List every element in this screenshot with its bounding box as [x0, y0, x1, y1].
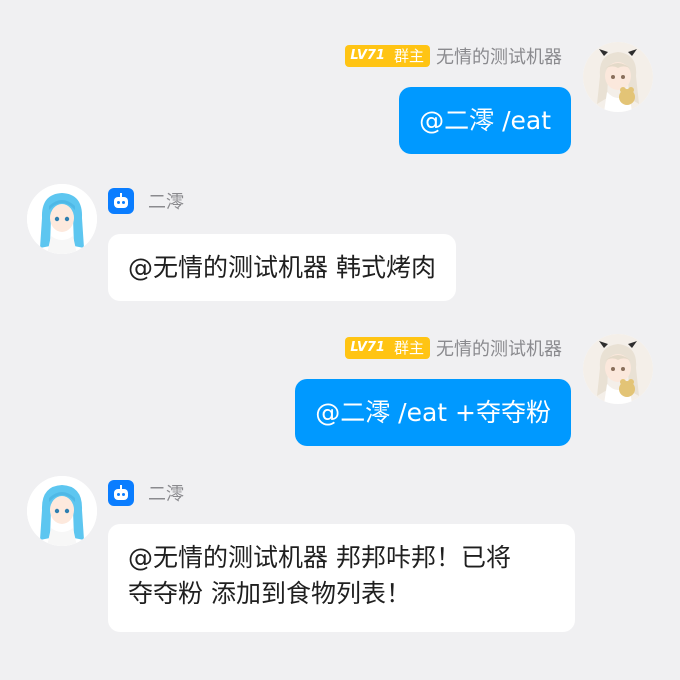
sender-name[interactable]: 二澪 — [148, 188, 184, 214]
message-line: 夺夺粉 添加到食物列表！ — [128, 579, 411, 608]
user-avatar[interactable] — [583, 334, 653, 404]
sender-row: 二澪 — [108, 188, 184, 214]
role-badge: 群主 — [389, 45, 430, 67]
message-bubble[interactable]: @二澪 /eat — [399, 87, 571, 154]
level-badge: LV71 — [345, 337, 390, 359]
sender-name[interactable]: 无情的测试机器 — [436, 335, 562, 361]
message-bubble[interactable]: @二澪 /eat +夺夺粉 — [295, 379, 571, 446]
sender-row: LV71 群主 无情的测试机器 — [345, 43, 562, 69]
sender-row: LV71 群主 无情的测试机器 — [345, 335, 562, 361]
user-avatar[interactable] — [583, 42, 653, 112]
bot-avatar[interactable] — [27, 476, 97, 546]
blue-hair-girl-avatar-icon — [27, 476, 97, 546]
girl-with-plush-avatar-icon — [583, 334, 653, 404]
sender-name[interactable]: 二澪 — [148, 480, 184, 506]
message-bubble[interactable]: @无情的测试机器 韩式烤肉 — [108, 234, 456, 301]
girl-with-plush-avatar-icon — [583, 42, 653, 112]
role-badge: 群主 — [389, 337, 430, 359]
bot-avatar[interactable] — [27, 184, 97, 254]
blue-hair-girl-avatar-icon — [27, 184, 97, 254]
robot-icon — [108, 480, 134, 506]
chat-view: LV71 群主 无情的测试机器 @二澪 /eat 二澪 @无情的测试机器 韩式烤… — [0, 0, 680, 680]
message-line: @无情的测试机器 邦邦咔邦！已将 — [128, 543, 511, 572]
level-badge: LV71 — [345, 45, 390, 67]
message-bubble[interactable]: @无情的测试机器 邦邦咔邦！已将 夺夺粉 添加到食物列表！ — [108, 524, 575, 632]
sender-name[interactable]: 无情的测试机器 — [436, 43, 562, 69]
robot-icon — [108, 188, 134, 214]
sender-row: 二澪 — [108, 480, 184, 506]
